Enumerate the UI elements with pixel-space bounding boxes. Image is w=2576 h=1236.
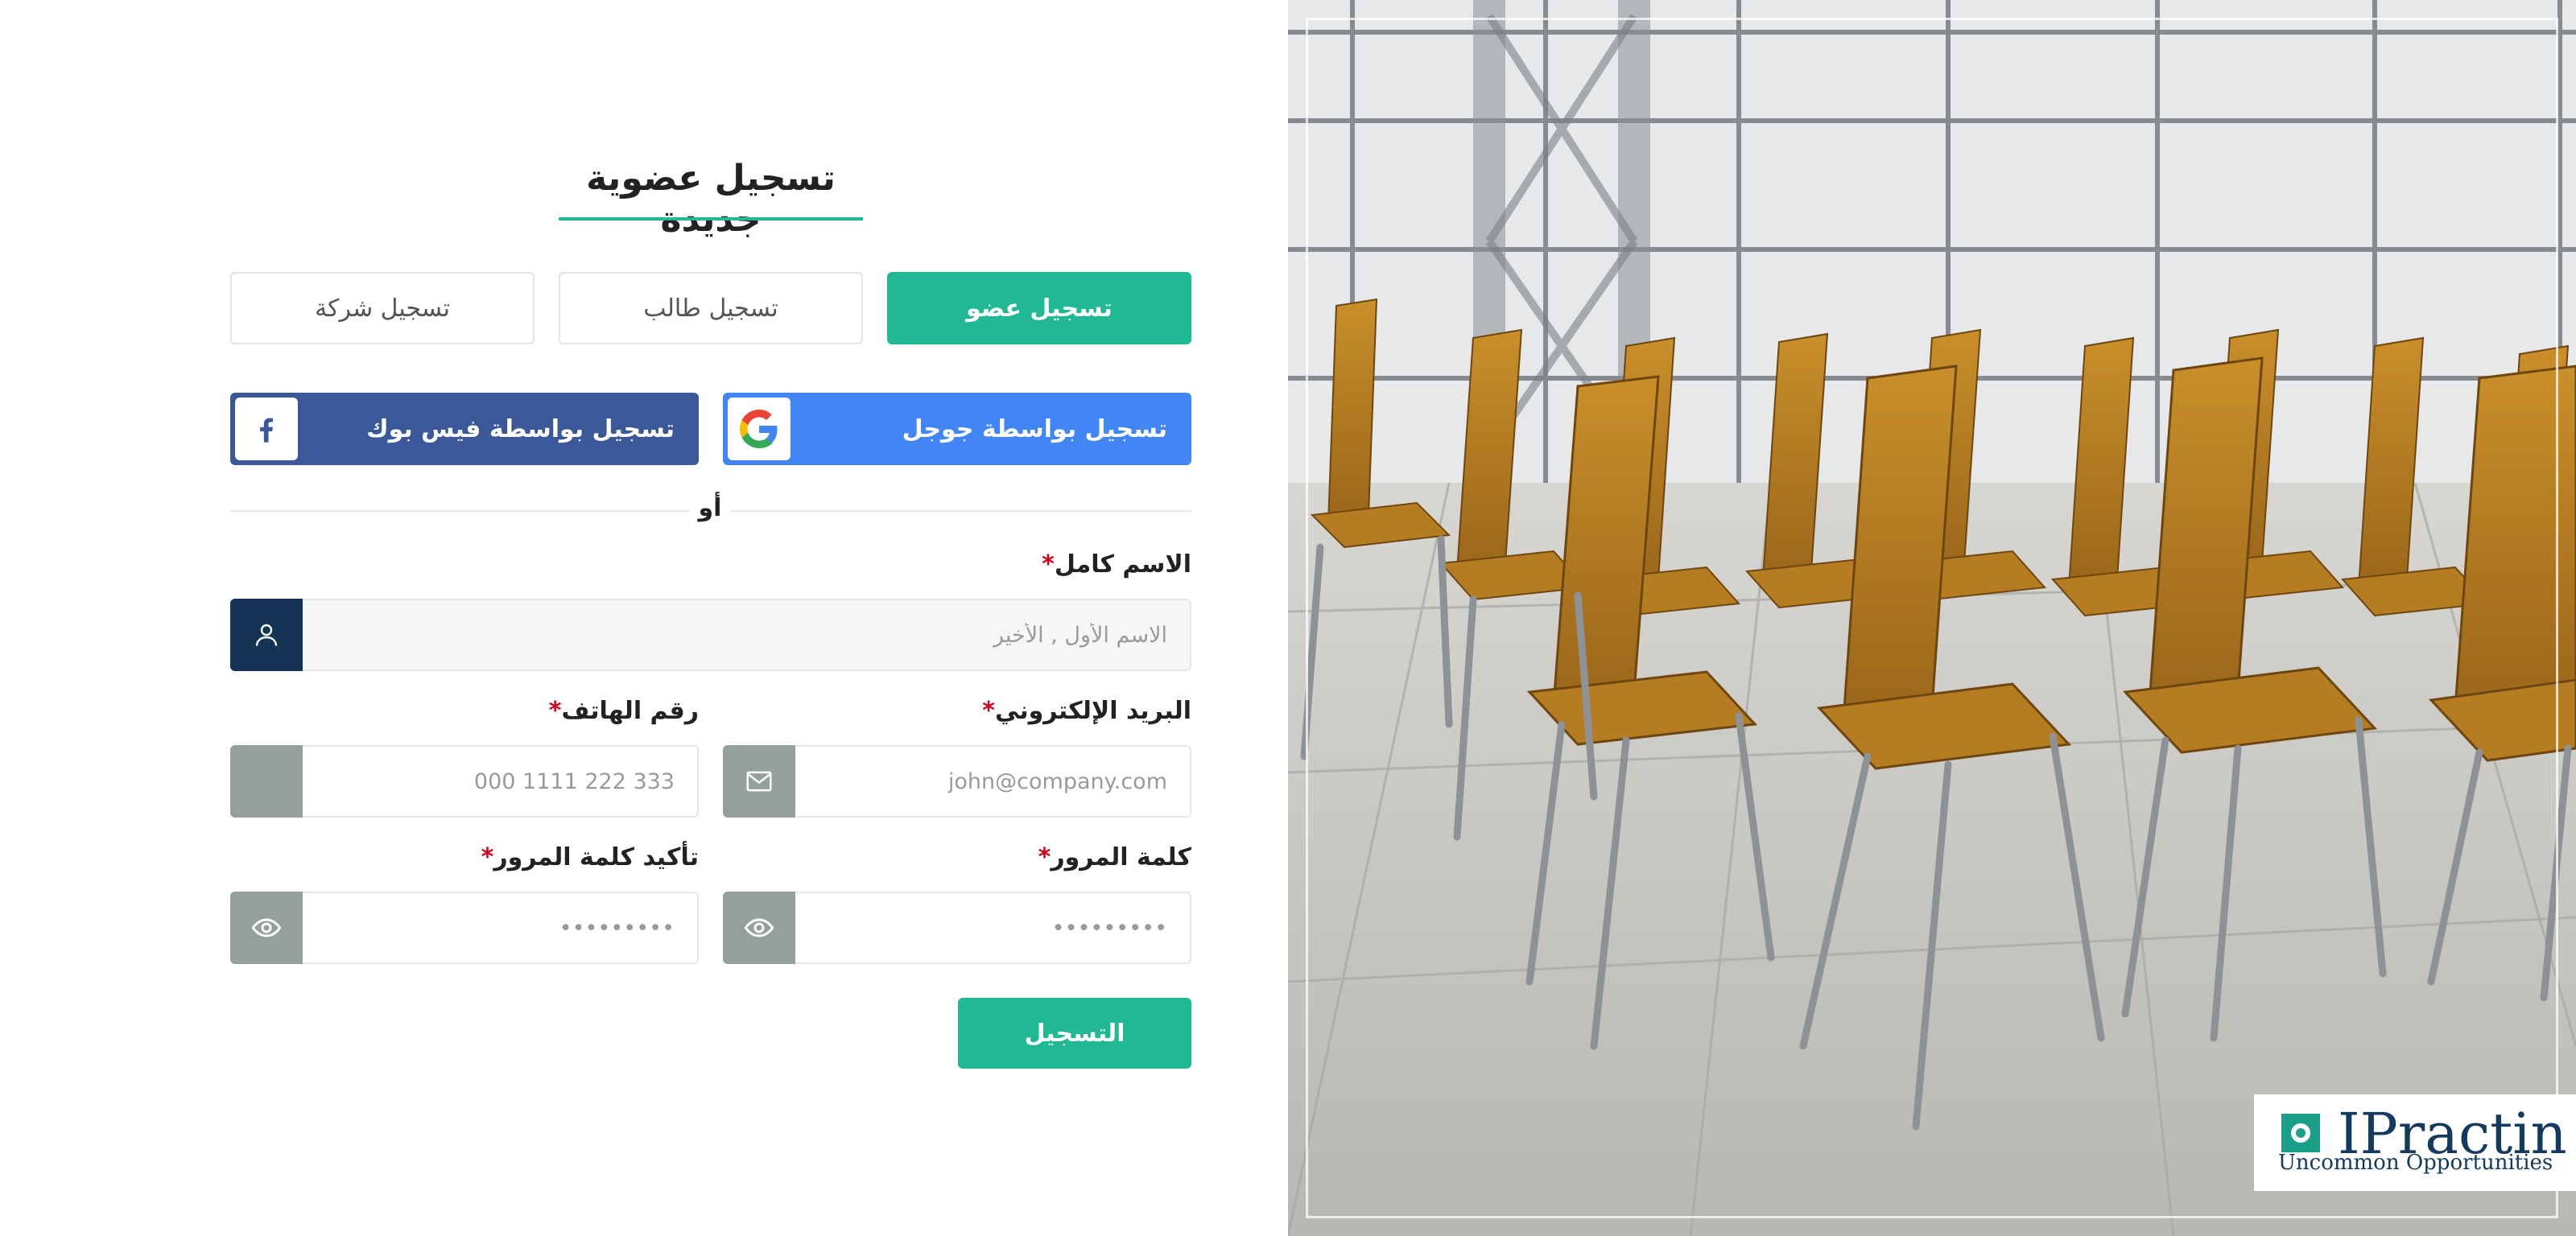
google-icon bbox=[728, 398, 791, 460]
password-field bbox=[723, 892, 1191, 964]
phone-input[interactable] bbox=[303, 745, 699, 818]
eye-icon[interactable] bbox=[230, 892, 303, 964]
confirm-password-field bbox=[230, 892, 699, 964]
or-divider-text: أو bbox=[694, 494, 726, 522]
title-underline bbox=[559, 217, 863, 220]
divider-line-right bbox=[731, 510, 1191, 512]
hero-photo bbox=[1288, 0, 2576, 1236]
mail-icon bbox=[723, 745, 795, 818]
email-field bbox=[723, 745, 1191, 818]
eye-icon[interactable] bbox=[723, 892, 795, 964]
full-name-field bbox=[230, 599, 1191, 671]
gear-icon bbox=[2281, 1114, 2320, 1152]
confirm-password-input[interactable] bbox=[303, 892, 699, 964]
confirm-password-label: تأكيد كلمة المرور* bbox=[481, 843, 699, 871]
facebook-signup-button[interactable]: تسجيل بواسطة فيس بوك bbox=[230, 393, 699, 465]
divider-line-left bbox=[230, 510, 689, 512]
full-name-input[interactable] bbox=[303, 599, 1191, 671]
tab-student[interactable]: تسجيل طالب bbox=[559, 272, 863, 344]
email-label: البريد الإلكتروني* bbox=[982, 697, 1191, 725]
google-signup-label: تسجيل بواسطة جوجل bbox=[902, 414, 1167, 443]
photo-frame-border bbox=[1306, 18, 2558, 1218]
email-input[interactable] bbox=[795, 745, 1191, 818]
tab-member[interactable]: تسجيل عضو bbox=[887, 272, 1191, 344]
password-input[interactable] bbox=[795, 892, 1191, 964]
full-name-label: الاسم كامل* bbox=[1042, 550, 1191, 579]
password-label: كلمة المرور* bbox=[1038, 843, 1191, 871]
phone-field bbox=[230, 745, 699, 818]
google-signup-button[interactable]: تسجيل بواسطة جوجل bbox=[723, 393, 1191, 465]
registration-form-panel: تسجيل عضوية جديدة تسجيل عضو تسجيل طالب ت… bbox=[0, 0, 1288, 1236]
user-icon bbox=[230, 599, 303, 671]
tab-company[interactable]: تسجيل شركة bbox=[230, 272, 535, 344]
facebook-signup-label: تسجيل بواسطة فيس بوك bbox=[366, 414, 675, 443]
phone-icon bbox=[230, 745, 303, 818]
phone-label: رقم الهاتف* bbox=[548, 697, 699, 725]
register-submit-button[interactable]: التسجيل bbox=[958, 998, 1191, 1069]
page-title: تسجيل عضوية جديدة bbox=[586, 158, 836, 240]
brand-tagline: Uncommon Opportunities bbox=[2278, 1151, 2553, 1175]
facebook-icon bbox=[235, 398, 298, 460]
